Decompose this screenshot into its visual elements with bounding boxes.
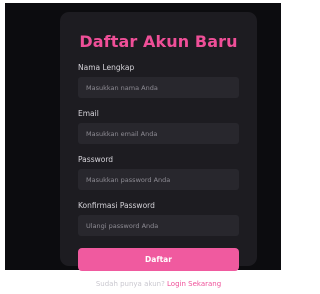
- page-background: Daftar Akun Baru Nama Lengkap Email Pass…: [5, 3, 281, 288]
- form-title: Daftar Akun Baru: [79, 32, 238, 51]
- password-input[interactable]: [78, 169, 239, 190]
- login-prompt-text: Sudah punya akun?: [95, 280, 165, 288]
- full-name-label: Nama Lengkap: [78, 63, 135, 72]
- confirm-password-input[interactable]: [78, 215, 239, 236]
- login-prompt-row: Sudah punya akun? Login Sekarang: [78, 279, 239, 289]
- email-label: Email: [78, 109, 99, 118]
- register-card: Daftar Akun Baru Nama Lengkap Email Pass…: [60, 12, 257, 288]
- full-name-input[interactable]: [78, 77, 239, 98]
- login-link[interactable]: Login Sekarang: [167, 280, 221, 288]
- password-label: Password: [78, 155, 114, 164]
- email-input[interactable]: [78, 123, 239, 144]
- register-button[interactable]: Daftar: [78, 248, 239, 271]
- confirm-password-label: Konfirmasi Password: [78, 201, 155, 210]
